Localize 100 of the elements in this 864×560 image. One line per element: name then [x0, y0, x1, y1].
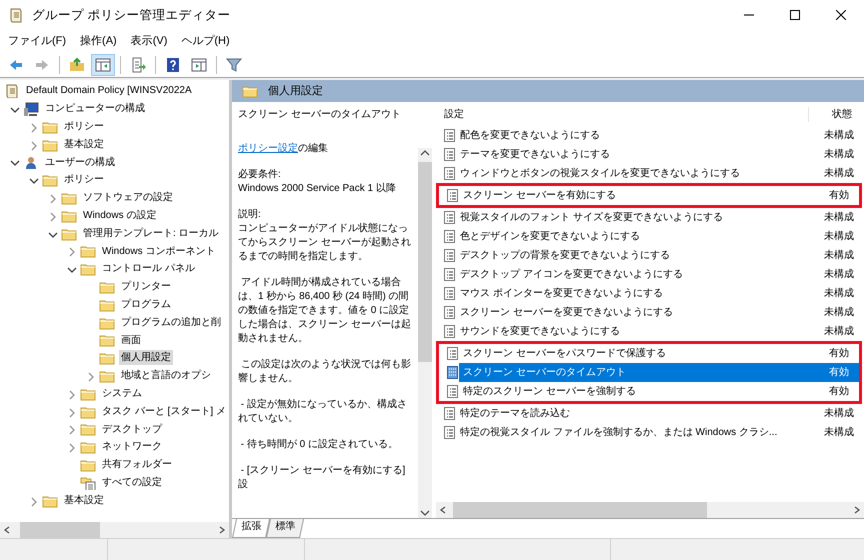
setting-name[interactable]: 視覚スタイルのフォント サイズを変更できないようにする	[456, 208, 804, 227]
tree-item[interactable]: Default Domain Policy [WINSV2022A	[24, 83, 194, 98]
filter-icon[interactable]	[226, 56, 242, 72]
folder-icon	[80, 440, 96, 454]
tree-item[interactable]: ユーザーの構成	[43, 154, 117, 170]
setting-name[interactable]: スクリーン セーバーを有効にする	[459, 186, 799, 205]
tree-item[interactable]: プリンター	[119, 279, 173, 294]
edit-policy-text: ポリシー設定の編集	[238, 142, 329, 156]
folder-icon	[42, 120, 58, 134]
description-paragraph: - 待ち時間が 0 に設定されている。	[240, 438, 400, 452]
scrollbar-thumb[interactable]	[453, 502, 707, 518]
scrollbar[interactable]	[436, 502, 864, 518]
tree-item[interactable]: プログラムの追加と削	[119, 314, 223, 330]
setting-state: 有効	[828, 188, 850, 203]
setting-name[interactable]: デスクトップ アイコンを変更できないようにする	[456, 265, 804, 284]
panel-title: 個人用設定	[268, 84, 323, 99]
policy-setting-icon	[442, 305, 456, 320]
view-tab[interactable]: 標準	[266, 519, 304, 538]
setting-name[interactable]: 配色を変更できないようにする	[456, 126, 804, 145]
description-paragraph: 説明: コンピューターがアイドル状態になってからスクリーン セーバーが起動されるまでの時間を指定します。	[238, 208, 412, 264]
export-list-icon[interactable]	[130, 56, 146, 72]
arrow-up-icon[interactable]	[420, 148, 430, 158]
tree-item[interactable]: システム	[100, 386, 144, 401]
arrow-left-icon[interactable]	[3, 526, 11, 534]
view-tab[interactable]: 拡張	[232, 519, 270, 538]
setting-name[interactable]: デスクトップの背景を変更できないようにする	[456, 246, 804, 265]
policy-setting-icon	[442, 229, 456, 244]
setting-name[interactable]: サウンドを変更できないようにする	[456, 322, 804, 341]
arrow-right-icon[interactable]	[218, 526, 226, 534]
tree-item[interactable]: コンピューターの構成	[43, 101, 147, 116]
folder-icon	[80, 386, 96, 401]
scrollbar[interactable]	[418, 148, 432, 518]
scrollbar[interactable]	[0, 522, 229, 538]
settings-list-icon	[80, 476, 96, 490]
tree-item[interactable]: ポリシー	[62, 172, 106, 188]
column-header[interactable]: 設定	[444, 106, 464, 122]
description-paragraph: アイドル時間が構成されている場合は、1 秒から 86,400 秒 (24 時間) の間の数値を指定できます。値を 0 に設定した場合は、スクリーン セーバーは起動されません。	[238, 276, 412, 346]
setting-name[interactable]: スクリーン セーバーをパスワードで保護する	[459, 344, 799, 363]
action-pane-icon[interactable]	[191, 56, 207, 72]
policy-setting-icon	[445, 384, 459, 399]
policy-setting-icon	[442, 286, 456, 301]
tree-item[interactable]: 個人用設定	[119, 350, 173, 366]
tree-item[interactable]: 画面	[119, 332, 143, 348]
policy-setting-link[interactable]: ポリシー設定	[238, 143, 298, 154]
arrow-right-icon[interactable]	[853, 506, 861, 514]
tree-item[interactable]: 地域と言語のオプシ	[119, 368, 213, 384]
setting-name[interactable]: 特定のスクリーン セーバーを強制する	[459, 382, 799, 401]
help-book-icon[interactable]	[165, 56, 181, 72]
setting-state: 未構成	[823, 286, 855, 301]
tree-item[interactable]: 基本設定	[62, 492, 106, 508]
setting-state: 未構成	[823, 306, 855, 320]
setting-name[interactable]: 色とデザインを変更できないようにする	[456, 227, 804, 246]
menu-item[interactable]: ファイル(F)	[4, 32, 76, 50]
menu-item[interactable]: ヘルプ(H)	[177, 32, 240, 50]
tree-item[interactable]: ポリシー	[62, 118, 106, 134]
setting-name[interactable]: スクリーン セーバーを変更できないようにする	[456, 303, 804, 322]
setting-name[interactable]: 特定のテーマを読み込む	[456, 404, 804, 423]
setting-state: 未構成	[823, 166, 855, 181]
tree-item[interactable]: Windows の設定	[81, 208, 158, 223]
tree-pane-icon[interactable]	[95, 56, 111, 72]
menu-item[interactable]: 表示(V)	[126, 32, 178, 50]
tree-pane-button[interactable]	[91, 54, 115, 76]
arrow-down-icon[interactable]	[420, 508, 430, 518]
setting-name[interactable]: スクリーン セーバーのタイムアウト	[459, 363, 799, 382]
setting-name[interactable]: マウス ポインターを変更できないようにする	[456, 284, 804, 303]
folder-icon	[61, 191, 77, 206]
tree-item[interactable]: ソフトウェアの設定	[81, 190, 175, 206]
menu-item[interactable]: 操作(A)	[76, 32, 127, 50]
tree-item[interactable]: 基本設定	[62, 136, 106, 152]
close-icon[interactable]	[836, 10, 846, 20]
tree-item[interactable]: デスクトップ	[100, 422, 164, 437]
setting-name[interactable]: テーマを変更できないようにする	[456, 145, 804, 164]
setting-name[interactable]: ウィンドウとボタンの視覚スタイルを変更できないようにする	[456, 164, 804, 183]
description-paragraph: - [スクリーン セーバーを有効にする] 設	[238, 464, 406, 492]
column-header[interactable]: 状態	[808, 106, 864, 122]
folder-up-icon[interactable]	[69, 56, 85, 72]
tree-item[interactable]: 共有フォルダー	[100, 457, 174, 472]
tree-item[interactable]: タスク バーと [スタート] メ	[100, 404, 228, 419]
setting-state: 未構成	[823, 406, 855, 421]
tree-item[interactable]: すべての設定	[100, 474, 164, 490]
setting-state: 未構成	[823, 426, 855, 440]
tree-item[interactable]: Windows コンポーネント	[100, 244, 218, 259]
setting-state: 未構成	[823, 268, 855, 282]
tree-item[interactable]: ネットワーク	[100, 439, 164, 454]
scrollbar-thumb[interactable]	[418, 162, 432, 362]
tree-item[interactable]: 管理用テンプレート: ローカル	[81, 226, 221, 241]
tree-item[interactable]: プログラム	[119, 296, 173, 312]
tree-item[interactable]: コントロール パネル	[100, 261, 197, 276]
folder-icon	[80, 422, 96, 436]
scrollbar-thumb[interactable]	[20, 522, 100, 538]
maximize-icon[interactable]	[790, 10, 800, 20]
policy-setting-icon	[445, 346, 459, 361]
folder-icon	[80, 262, 96, 276]
setting-name[interactable]: 特定の視覚スタイル ファイルを強制するか、または Windows クラシ...	[456, 423, 804, 442]
folder-icon	[99, 298, 115, 312]
setting-state: 有効	[828, 346, 850, 361]
arrow-left-icon[interactable]	[439, 506, 447, 514]
policy-setting-icon	[442, 128, 456, 143]
policy-setting-icon	[442, 248, 456, 263]
folder-icon	[61, 208, 77, 223]
